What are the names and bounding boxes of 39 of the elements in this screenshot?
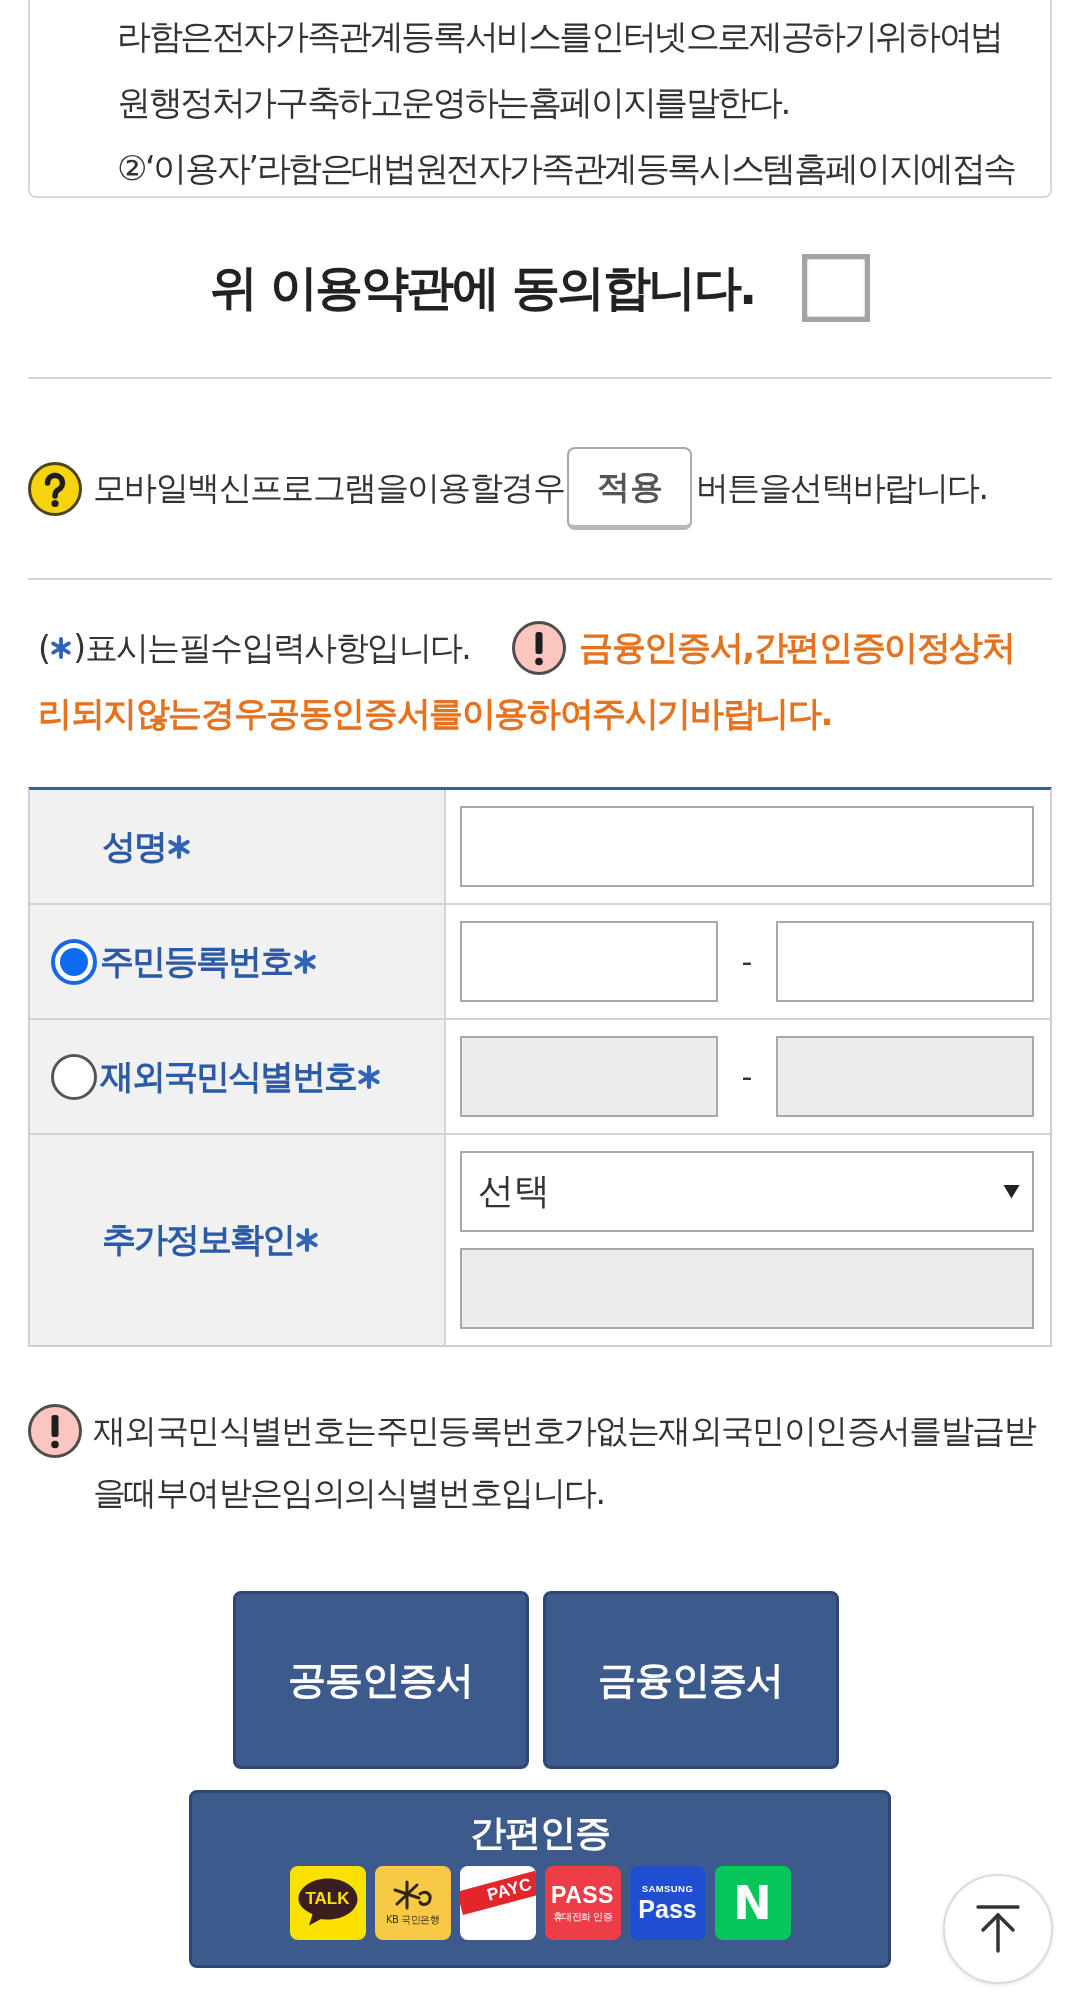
warning-text: 리되지않는경우공동인증서를이용하여주시기바랍니다. [38,692,832,735]
text-input-field[interactable] [776,921,1034,1002]
field-label: 재외국민식별번호 [100,1054,356,1098]
apply-button[interactable]: 적용 [567,447,692,530]
certificate-button[interactable]: 공동인증서 [232,1591,529,1769]
exclamation-icon [512,621,567,675]
panel-title: 간편인증 [470,1811,610,1855]
warning-text: 금융인증서,간편인증이정상처 [579,626,1015,669]
notice-text: 모바일백신프로그램을이용할경우 [93,467,564,509]
field-label: 성명 [102,824,166,868]
separator-text: - [740,1059,754,1094]
legend-text: )표시는필수입력사항입니다. [73,626,471,669]
exclamation-icon [28,1404,82,1458]
asterisk-icon [50,637,73,659]
auth-app-button[interactable]: KB 국민은행 [374,1866,451,1940]
star-logo-icon [392,1879,433,1910]
radio-button[interactable] [51,1053,97,1100]
agreement-text: 위 이용약관에 동의합니다. [210,257,755,317]
text-input-field[interactable] [460,921,718,1002]
auth-app-button[interactable]: TALK [289,1866,366,1940]
separator-text: - [740,944,754,979]
caret-down-icon [1003,1184,1020,1199]
legend-text: ( [38,628,50,668]
auth-app-button[interactable]: PAYC [459,1866,536,1940]
terms-text: ②‘이용자’라함은대법원전자가족관계등록시스템홈페이지에접속 [117,147,1017,190]
terms-text: 라함은전자가족관계등록서비스를인터넷으로제공하기위하여법원행정처가구축하고운영하는홈페이지를말한다. [117,15,1003,124]
dropdown-select[interactable]: 선택 [460,1151,1034,1232]
notice-text: 재외국민식별번호는주민등록번호가없는재외국민이인증서를발급받을때부여받은임의의식별번호입니다. [93,1410,1037,1514]
radio-button[interactable] [51,938,97,985]
notice-text: 버튼을선택바랍니다. [696,467,988,509]
agree-checkbox[interactable] [801,253,870,322]
field-label: 주민등록번호 [100,939,292,983]
field-label: 추가정보확인 [102,1218,294,1261]
auth-app-button[interactable]: SAMSUNG Pass [629,1866,706,1940]
certificate-button[interactable]: 금융인증서 [542,1591,839,1769]
auth-app-button[interactable]: PASS 휴대전화 인증 [544,1866,621,1940]
speech-bubble-icon [297,1878,358,1926]
question-icon [28,461,82,516]
text-input-field[interactable] [460,806,1034,887]
